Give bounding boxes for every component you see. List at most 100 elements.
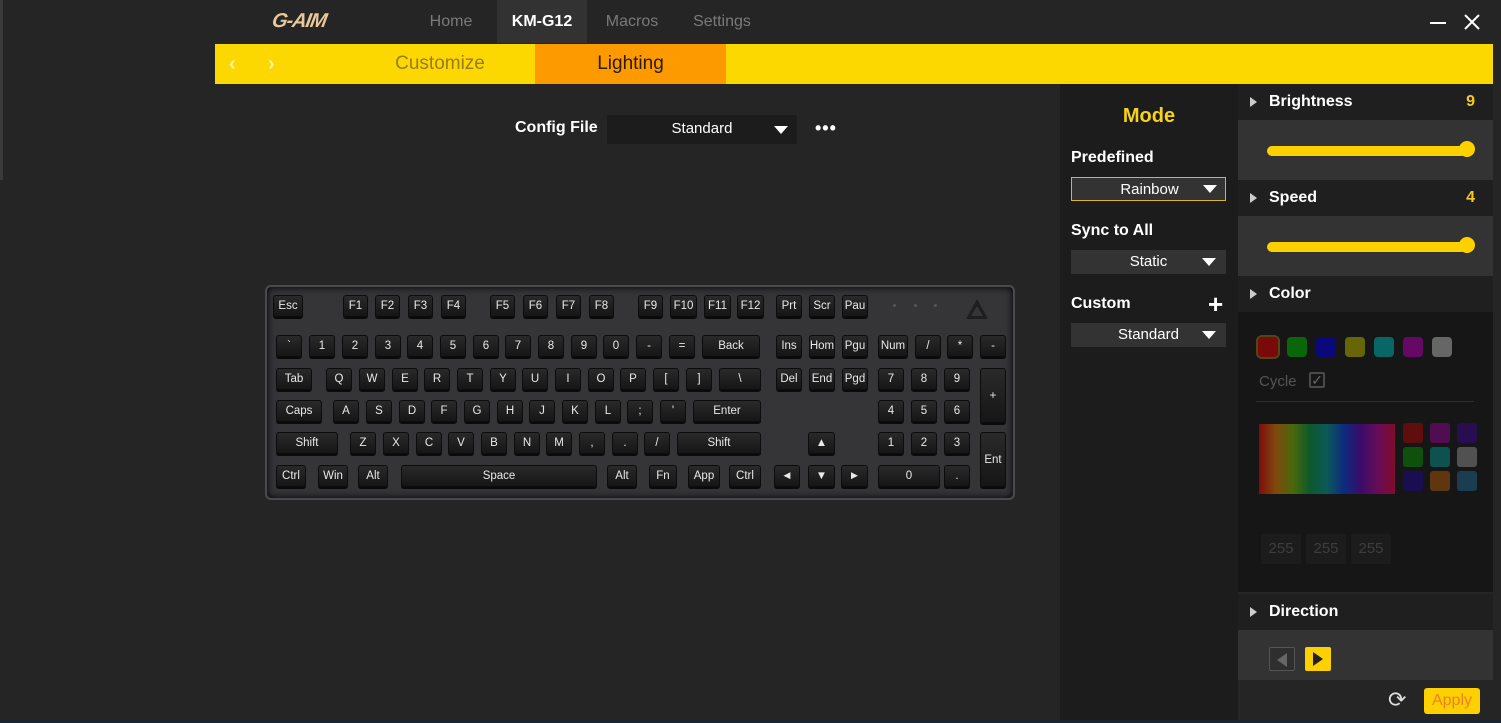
direction-left-button[interactable] xyxy=(1269,647,1295,671)
red-value-input[interactable]: 255 xyxy=(1261,534,1301,564)
key[interactable]: ▼ xyxy=(808,465,835,487)
key[interactable]: 5 xyxy=(911,400,937,422)
brightness-header[interactable]: Brightness 9 xyxy=(1238,84,1493,120)
key[interactable]: Del xyxy=(776,368,802,390)
key[interactable]: F12 xyxy=(737,295,764,317)
key[interactable]: J xyxy=(529,400,555,422)
palette-swatch[interactable] xyxy=(1430,471,1450,491)
key[interactable]: Z xyxy=(350,432,376,454)
key[interactable]: = xyxy=(669,335,695,357)
key[interactable]: 8 xyxy=(911,368,937,390)
speed-slider-thumb[interactable] xyxy=(1459,237,1475,253)
key[interactable]: Space xyxy=(401,465,597,487)
speed-slider-track[interactable] xyxy=(1267,242,1467,252)
speed-header[interactable]: Speed 4 xyxy=(1238,180,1493,216)
key[interactable]: F10 xyxy=(670,295,697,317)
key[interactable]: Scr xyxy=(809,295,835,317)
key[interactable]: T xyxy=(457,368,483,390)
brightness-slider-track[interactable] xyxy=(1267,146,1467,156)
key[interactable]: Y xyxy=(490,368,516,390)
color-spectrum-picker[interactable] xyxy=(1259,424,1395,494)
key[interactable]: - xyxy=(980,335,1006,357)
cycle-checkbox[interactable]: ✓ xyxy=(1309,372,1325,388)
key[interactable]: Alt xyxy=(358,465,388,487)
color-swatch[interactable] xyxy=(1374,337,1394,357)
palette-swatch[interactable] xyxy=(1430,423,1450,443)
key[interactable]: 3 xyxy=(944,432,970,454)
key[interactable]: I xyxy=(555,368,581,390)
key[interactable]: C xyxy=(416,432,442,454)
brightness-slider-thumb[interactable] xyxy=(1459,141,1475,157)
palette-swatch[interactable] xyxy=(1403,471,1423,491)
key[interactable]: U xyxy=(522,368,548,390)
palette-swatch[interactable] xyxy=(1457,447,1477,467)
key[interactable]: R xyxy=(424,368,450,390)
tab-lighting[interactable]: Lighting xyxy=(535,44,726,84)
key[interactable]: , xyxy=(579,432,605,454)
blue-value-input[interactable]: 255 xyxy=(1351,534,1391,564)
key[interactable]: B xyxy=(481,432,507,454)
key[interactable]: ; xyxy=(627,400,653,422)
key[interactable]: F4 xyxy=(441,295,466,317)
key[interactable]: * xyxy=(947,335,973,357)
key[interactable]: F11 xyxy=(704,295,731,317)
key[interactable]: / xyxy=(644,432,670,454)
key[interactable]: X xyxy=(383,432,409,454)
color-swatch[interactable] xyxy=(1432,337,1452,357)
key[interactable]: Shift xyxy=(677,432,761,454)
key[interactable]: F9 xyxy=(638,295,663,317)
nav-tab-settings[interactable]: Settings xyxy=(680,0,764,43)
key[interactable]: F7 xyxy=(556,295,581,317)
key[interactable]: ► xyxy=(841,465,868,487)
key[interactable]: O xyxy=(588,368,614,390)
key[interactable]: App xyxy=(688,465,720,487)
key[interactable]: Pgu xyxy=(842,335,868,357)
key[interactable]: Alt xyxy=(607,465,637,487)
key[interactable]: ' xyxy=(660,400,686,422)
palette-swatch[interactable] xyxy=(1430,447,1450,467)
key[interactable]: . xyxy=(612,432,638,454)
key[interactable]: Shift xyxy=(276,432,338,454)
key[interactable]: Pgd xyxy=(842,368,868,390)
key[interactable]: W xyxy=(359,368,385,390)
predefined-select[interactable]: Rainbow xyxy=(1071,177,1226,201)
color-swatch[interactable] xyxy=(1345,337,1365,357)
key[interactable]: [ xyxy=(653,368,679,390)
key[interactable]: P xyxy=(620,368,646,390)
key[interactable]: H xyxy=(497,400,523,422)
key[interactable]: 4 xyxy=(407,335,433,357)
key[interactable]: Pau xyxy=(842,295,868,317)
color-swatch[interactable] xyxy=(1287,337,1307,357)
key[interactable]: ◄ xyxy=(774,465,800,487)
key[interactable]: 0 xyxy=(603,335,629,357)
key[interactable]: K xyxy=(562,400,588,422)
key[interactable]: 9 xyxy=(571,335,597,357)
nav-tab-macros[interactable]: Macros xyxy=(590,0,674,43)
close-button[interactable] xyxy=(1460,10,1484,34)
color-swatch[interactable] xyxy=(1256,335,1280,359)
key[interactable]: 0 xyxy=(878,465,940,487)
green-value-input[interactable]: 255 xyxy=(1306,534,1346,564)
key[interactable]: Esc xyxy=(273,295,303,317)
key[interactable]: Win xyxy=(318,465,348,487)
key[interactable]: / xyxy=(915,335,941,357)
more-options-button[interactable]: ••• xyxy=(815,118,837,139)
key[interactable]: 5 xyxy=(440,335,466,357)
key[interactable]: End xyxy=(809,368,835,390)
key[interactable]: F5 xyxy=(490,295,515,317)
nav-tab-home[interactable]: Home xyxy=(405,0,497,43)
key[interactable]: 1 xyxy=(878,432,904,454)
forward-arrow-icon[interactable]: › xyxy=(268,44,275,84)
key[interactable]: + xyxy=(980,368,1006,423)
key[interactable]: E xyxy=(392,368,418,390)
key[interactable]: Prt xyxy=(776,295,802,317)
key[interactable]: D xyxy=(399,400,425,422)
key[interactable]: Num xyxy=(878,335,908,357)
palette-swatch[interactable] xyxy=(1457,423,1477,443)
direction-header[interactable]: Direction xyxy=(1238,594,1493,630)
key[interactable]: ] xyxy=(686,368,712,390)
key[interactable]: 9 xyxy=(944,368,970,390)
key[interactable]: ▲ xyxy=(808,432,835,454)
key[interactable]: Back xyxy=(702,335,760,357)
key[interactable]: Ctrl xyxy=(729,465,761,487)
